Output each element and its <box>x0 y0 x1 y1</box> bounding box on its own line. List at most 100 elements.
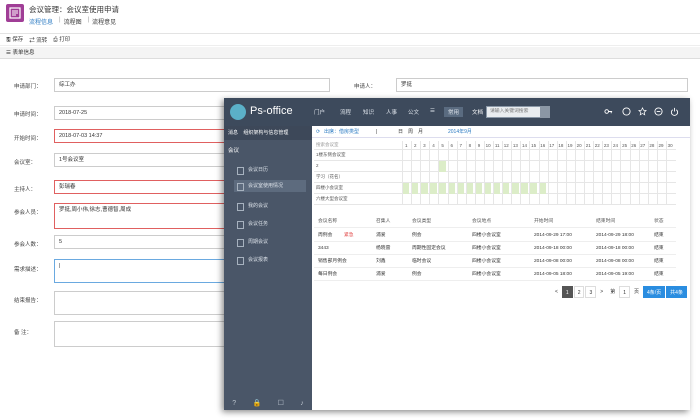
sidebar-item-room-usage[interactable]: 会议室使用情况 <box>234 180 306 192</box>
day-cell[interactable] <box>502 183 510 194</box>
nav-portal[interactable]: 门户 <box>314 108 325 116</box>
day-cell[interactable] <box>611 161 618 172</box>
menu-icon[interactable]: ☰ <box>430 108 435 114</box>
day-cell[interactable] <box>629 194 637 205</box>
day-cell[interactable] <box>656 161 664 172</box>
note-field[interactable] <box>54 321 230 347</box>
prev-page-button[interactable]: < <box>552 286 561 298</box>
day-cell[interactable] <box>529 161 536 172</box>
day-cell[interactable] <box>438 161 446 172</box>
day-cell[interactable] <box>584 150 591 161</box>
day-cell[interactable] <box>602 194 609 205</box>
day-cell[interactable] <box>574 150 582 161</box>
day-cell[interactable] <box>556 150 564 161</box>
nav-hr[interactable]: 人事 <box>386 108 397 116</box>
day-cell[interactable] <box>483 150 491 161</box>
day-cell[interactable] <box>465 161 473 172</box>
view-month[interactable]: 月 <box>418 126 423 138</box>
day-cell[interactable] <box>647 172 655 183</box>
day-cell[interactable] <box>429 161 436 172</box>
day-cell[interactable] <box>411 194 418 205</box>
day-cell[interactable] <box>493 150 500 161</box>
day-cell[interactable] <box>429 172 436 183</box>
tab-flow-info[interactable]: 流程信息 <box>29 17 53 26</box>
next-page-button[interactable]: > <box>597 286 606 298</box>
sidebar-tab-message[interactable]: 消息 <box>228 130 238 136</box>
help-icon[interactable]: ? <box>232 400 236 407</box>
tab-flow-opinion[interactable]: 流程意见 <box>92 17 116 26</box>
day-cell[interactable] <box>456 183 464 194</box>
view-week[interactable]: 周 <box>408 126 413 138</box>
refresh-icon[interactable]: ⟳ <box>316 126 320 138</box>
attendees-field[interactable]: 罗挺,周小伟,徐志,曹德智,周成 <box>54 203 230 229</box>
day-cell[interactable] <box>483 161 491 172</box>
day-cell[interactable] <box>638 172 646 183</box>
nav-document[interactable]: 公文 <box>408 108 419 116</box>
dept-field[interactable]: 综工办 <box>54 78 330 92</box>
day-cell[interactable] <box>529 194 536 205</box>
month-selector[interactable]: 2014年9月 <box>448 126 472 138</box>
day-cell[interactable] <box>629 172 637 183</box>
room-name[interactable]: 六楼大型会议室 <box>316 196 348 202</box>
dial-icon[interactable] <box>622 107 631 116</box>
day-cell[interactable] <box>420 183 428 194</box>
day-cell[interactable] <box>538 183 546 194</box>
submit-button[interactable]: ⇄ 流转 <box>29 36 47 44</box>
day-cell[interactable] <box>420 150 427 161</box>
day-cell[interactable] <box>620 150 627 161</box>
day-cell[interactable] <box>474 161 482 172</box>
day-cell[interactable] <box>593 194 600 205</box>
day-cell[interactable] <box>511 161 518 172</box>
day-cell[interactable] <box>565 150 573 161</box>
sidebar-item-tasks[interactable]: 会议任务 <box>234 218 306 230</box>
day-cell[interactable] <box>665 183 673 194</box>
table-row[interactable]: 销售部月例会 刘鑫 临时会议 四楼小会议室 2014-09-08 00:00 2014-0… <box>314 256 676 268</box>
day-cell[interactable] <box>584 183 591 194</box>
day-cell[interactable] <box>456 161 464 172</box>
day-cell[interactable] <box>593 150 600 161</box>
key-icon[interactable] <box>604 107 613 116</box>
day-cell[interactable] <box>665 172 673 183</box>
day-cell[interactable] <box>502 194 509 205</box>
day-cell[interactable] <box>620 194 627 205</box>
day-cell[interactable] <box>402 150 409 161</box>
day-cell[interactable] <box>529 150 536 161</box>
day-cell[interactable] <box>438 194 445 205</box>
day-cell[interactable] <box>620 183 627 194</box>
day-cell[interactable] <box>574 194 582 205</box>
day-cell[interactable] <box>556 161 564 172</box>
day-cell[interactable] <box>574 172 582 183</box>
day-cell[interactable] <box>538 150 546 161</box>
chat-icon[interactable]: ☐ <box>278 399 284 407</box>
day-cell[interactable] <box>538 172 546 183</box>
day-cell[interactable] <box>483 183 492 194</box>
day-cell[interactable] <box>629 161 637 172</box>
day-cell[interactable] <box>483 172 491 183</box>
day-cell[interactable] <box>565 183 573 194</box>
day-cell[interactable] <box>465 194 473 205</box>
table-row[interactable]: 每日例会 浦爱 例会 四楼小会议室 2014-09-05 18:00 2014-09-05… <box>314 269 676 281</box>
tab-flow-chart[interactable]: 流程图 <box>64 17 82 26</box>
day-cell[interactable] <box>647 161 655 172</box>
apply-time-field[interactable]: 2018-07-25 <box>54 106 230 120</box>
day-cell[interactable] <box>665 194 673 205</box>
day-cell[interactable] <box>529 172 536 183</box>
day-cell[interactable] <box>638 161 646 172</box>
day-cell[interactable] <box>456 172 464 183</box>
day-cell[interactable] <box>502 150 509 161</box>
day-cell[interactable] <box>456 194 464 205</box>
day-cell[interactable] <box>411 183 419 194</box>
day-cell[interactable] <box>656 150 664 161</box>
sidebar-item-reports[interactable]: 会议报表 <box>234 254 306 266</box>
sidebar-item-calendar[interactable]: 会议日历 <box>234 164 306 176</box>
day-cell[interactable] <box>547 183 555 194</box>
day-cell[interactable] <box>593 172 600 183</box>
start-time-field[interactable]: 2018-07-03 14:37 <box>54 129 230 143</box>
save-button[interactable]: 🖫 保存 <box>6 35 23 45</box>
day-cell[interactable] <box>647 183 655 194</box>
desc-field[interactable]: | <box>54 259 230 283</box>
day-cell[interactable] <box>665 161 673 172</box>
page-2-button[interactable]: 2 <box>573 286 585 298</box>
day-cell[interactable] <box>547 194 555 205</box>
nav-knowledge[interactable]: 知识 <box>363 108 374 116</box>
